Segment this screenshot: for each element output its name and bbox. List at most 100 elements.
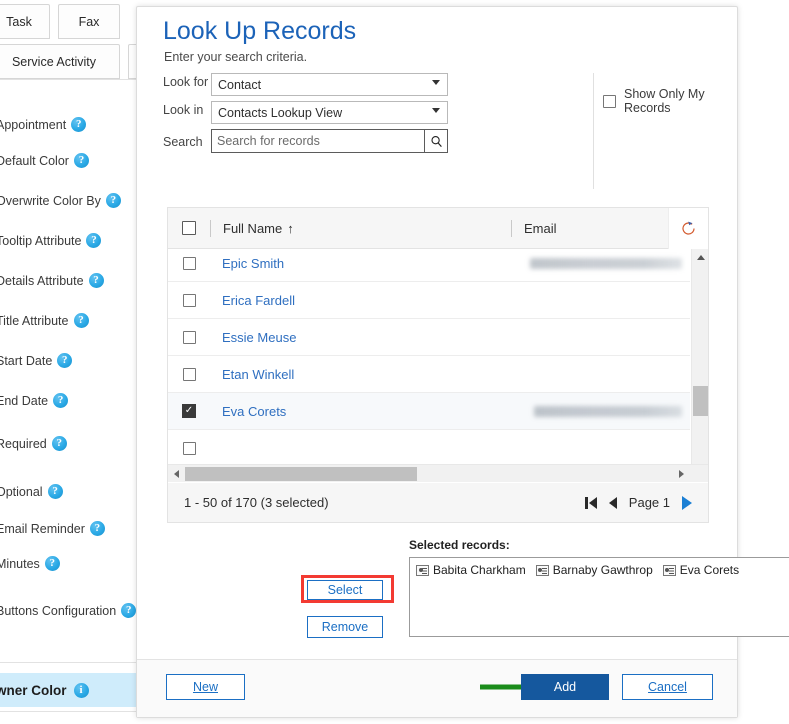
grid-header: Full Name ↑ Email bbox=[168, 207, 708, 249]
show-only-my-records-checkbox[interactable] bbox=[603, 94, 616, 108]
dialog-footer: New Add Cancel bbox=[137, 659, 737, 717]
selected-records-box[interactable]: Babita Charkham Barnaby Gawthrop Eva Cor… bbox=[409, 557, 789, 637]
select-button[interactable]: Select bbox=[307, 580, 383, 600]
lookup-records-dialog: Look Up Records Enter your search criter… bbox=[136, 6, 789, 718]
owner-color-row[interactable]: wner Color i bbox=[0, 673, 145, 707]
horizontal-scrollbar-track[interactable] bbox=[185, 465, 673, 483]
field-required: Required ? bbox=[0, 436, 67, 451]
pagination-controls: Page 1 bbox=[585, 495, 692, 510]
help-icon[interactable]: ? bbox=[88, 273, 104, 288]
help-icon[interactable]: ? bbox=[73, 153, 89, 168]
help-icon[interactable]: ? bbox=[53, 393, 69, 408]
selected-record-name: Eva Corets bbox=[679, 563, 740, 577]
next-page-icon[interactable] bbox=[682, 495, 692, 510]
look-for-label: Look for bbox=[163, 75, 209, 89]
divider-top bbox=[0, 79, 136, 80]
row-checkbox-cell[interactable] bbox=[168, 293, 210, 307]
grid-rows: Epic Smith Erica Fardell Essie Meuse Eta… bbox=[168, 249, 690, 467]
help-icon[interactable]: ? bbox=[57, 353, 73, 368]
tab-fax[interactable]: Fax bbox=[58, 4, 120, 39]
search-input[interactable] bbox=[212, 131, 417, 151]
field-title-attribute-label: Title Attribute bbox=[0, 313, 69, 328]
chevron-up-icon bbox=[696, 255, 705, 260]
vertical-scrollbar[interactable] bbox=[691, 249, 708, 482]
help-icon[interactable]: ? bbox=[73, 313, 89, 328]
row-name-link[interactable]: Epic Smith bbox=[210, 256, 510, 271]
table-row[interactable]: Epic Smith bbox=[168, 249, 690, 282]
field-buttons-configuration-label: Buttons Configuration bbox=[0, 603, 117, 618]
cancel-button[interactable]: Cancel bbox=[622, 674, 713, 700]
field-default-color: Default Color ? bbox=[0, 153, 89, 168]
select-all-checkbox[interactable] bbox=[182, 221, 196, 235]
new-button[interactable]: New bbox=[166, 674, 245, 700]
field-overwrite-color-by: Overwrite Color By ? bbox=[0, 193, 121, 208]
look-for-select[interactable]: Contact bbox=[211, 73, 448, 96]
row-checkbox[interactable] bbox=[182, 330, 196, 344]
row-checkbox-cell[interactable]: ✓ bbox=[168, 404, 210, 418]
row-checkbox-cell[interactable] bbox=[168, 367, 210, 381]
selected-record-chip[interactable]: Barnaby Gawthrop bbox=[535, 563, 653, 577]
first-page-button[interactable] bbox=[585, 496, 597, 509]
redacted-email bbox=[534, 405, 682, 417]
info-icon[interactable]: i bbox=[73, 682, 89, 698]
row-name-link[interactable]: Erica Fardell bbox=[210, 293, 510, 308]
horizontal-scrollbar[interactable] bbox=[168, 464, 708, 482]
look-in-label: Look in bbox=[163, 103, 204, 117]
field-optional-label: Optional bbox=[0, 484, 43, 499]
search-row: Search bbox=[163, 129, 588, 153]
row-name-link[interactable]: Etan Winkell bbox=[210, 367, 510, 382]
records-grid: Full Name ↑ Email Epic Smith Erica Farde… bbox=[167, 207, 709, 517]
tab-task[interactable]: Task bbox=[0, 4, 50, 39]
help-icon[interactable]: ? bbox=[121, 603, 137, 618]
row-checkbox[interactable] bbox=[182, 441, 196, 455]
selected-record-chip[interactable]: Babita Charkham bbox=[416, 563, 526, 577]
grid-body: Epic Smith Erica Fardell Essie Meuse Eta… bbox=[168, 249, 708, 482]
vertical-scrollbar-thumb[interactable] bbox=[693, 386, 708, 416]
sort-ascending-icon: ↑ bbox=[287, 220, 294, 236]
row-name-link[interactable]: Essie Meuse bbox=[210, 330, 510, 345]
selected-record-name: Barnaby Gawthrop bbox=[552, 563, 653, 577]
help-icon[interactable]: ? bbox=[47, 484, 63, 499]
look-in-select[interactable]: Contacts Lookup View bbox=[211, 101, 448, 124]
row-checkbox-checked[interactable]: ✓ bbox=[182, 404, 196, 418]
field-tooltip-attribute: Tooltip Attribute ? bbox=[0, 233, 102, 248]
row-checkbox-cell[interactable] bbox=[168, 256, 210, 270]
selected-record-chip[interactable]: Eva Corets bbox=[662, 563, 740, 577]
dialog-title: Look Up Records bbox=[163, 17, 357, 45]
table-row[interactable]: ✓ Eva Corets bbox=[168, 393, 690, 430]
tab-service-activity[interactable]: Service Activity bbox=[0, 44, 120, 79]
help-icon[interactable]: ? bbox=[71, 117, 87, 132]
row-checkbox-cell[interactable] bbox=[168, 441, 210, 455]
row-checkbox[interactable] bbox=[182, 293, 196, 307]
previous-page-icon[interactable] bbox=[608, 496, 617, 509]
column-header-full-name[interactable]: Full Name ↑ bbox=[211, 221, 511, 236]
help-icon[interactable]: ? bbox=[44, 556, 60, 571]
table-row-partial[interactable] bbox=[168, 430, 690, 467]
table-row[interactable]: Etan Winkell bbox=[168, 356, 690, 393]
add-button[interactable]: Add bbox=[521, 674, 609, 700]
scroll-right-button[interactable] bbox=[673, 465, 690, 483]
field-details-attribute-label: Details Attribute bbox=[0, 273, 84, 288]
row-checkbox-cell[interactable] bbox=[168, 330, 210, 344]
table-row[interactable]: Essie Meuse bbox=[168, 319, 690, 356]
row-checkbox[interactable] bbox=[182, 367, 196, 381]
table-row[interactable]: Erica Fardell bbox=[168, 282, 690, 319]
horizontal-scrollbar-thumb[interactable] bbox=[185, 466, 417, 481]
row-checkbox[interactable] bbox=[182, 256, 196, 270]
select-all-cell[interactable] bbox=[168, 221, 210, 235]
scroll-left-button[interactable] bbox=[168, 465, 185, 483]
help-icon[interactable]: ? bbox=[86, 233, 102, 248]
show-only-my-records[interactable]: Show Only My Records bbox=[603, 87, 737, 115]
refresh-button[interactable] bbox=[668, 207, 708, 249]
scroll-up-button[interactable] bbox=[692, 249, 708, 266]
show-only-my-records-label: Show Only My Records bbox=[624, 87, 705, 115]
help-icon[interactable]: ? bbox=[105, 193, 121, 208]
column-header-email[interactable]: Email bbox=[512, 221, 668, 236]
look-for-select-wrap: Contact bbox=[211, 73, 448, 96]
help-icon[interactable]: ? bbox=[89, 521, 105, 536]
remove-button[interactable]: Remove bbox=[307, 616, 383, 638]
help-icon[interactable]: ? bbox=[51, 436, 67, 451]
chevron-right-icon bbox=[679, 469, 684, 478]
row-name-link[interactable]: Eva Corets bbox=[210, 404, 510, 419]
search-button[interactable] bbox=[424, 129, 448, 153]
